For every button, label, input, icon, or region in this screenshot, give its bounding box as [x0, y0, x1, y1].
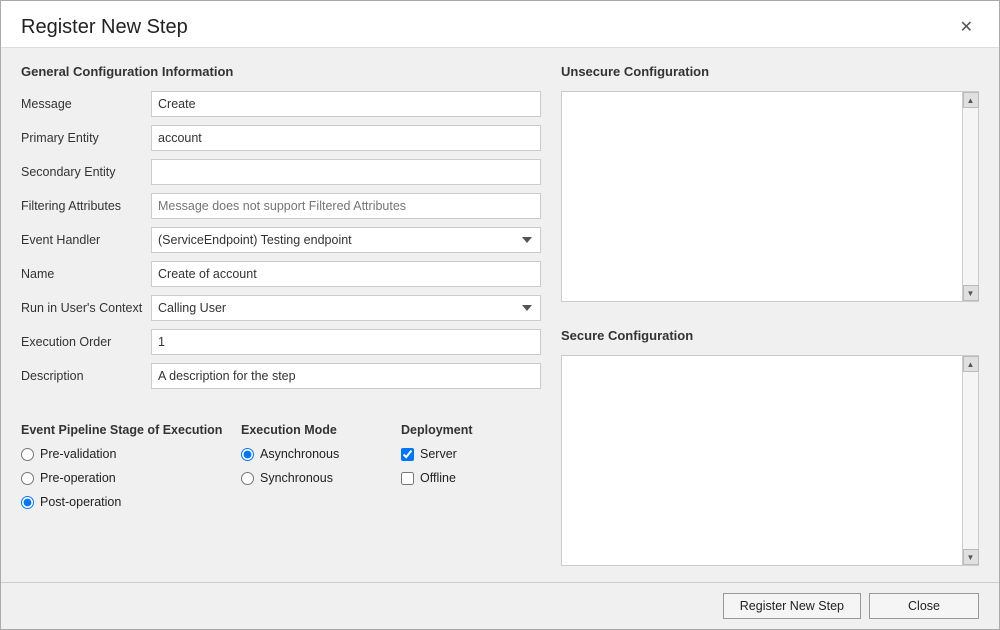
- run-in-context-select[interactable]: Calling User: [151, 295, 541, 321]
- footer: Register New Step Close: [1, 582, 999, 629]
- general-config-title: General Configuration Information: [21, 64, 541, 79]
- secure-config-title: Secure Configuration: [561, 328, 979, 343]
- close-button[interactable]: Close: [869, 593, 979, 619]
- unsecure-scrollbar: ▲ ▼: [962, 92, 978, 301]
- pipeline-post-operation[interactable]: Post-operation: [21, 495, 241, 509]
- run-in-context-wrapper: Calling User: [151, 295, 541, 321]
- event-handler-select[interactable]: (ServiceEndpoint) Testing endpoint: [151, 227, 541, 253]
- dialog-title: Register New Step: [21, 16, 188, 39]
- deployment-offline-label: Offline: [420, 471, 456, 485]
- secure-scrollbar: ▲ ▼: [962, 356, 978, 565]
- secure-scroll-track: [963, 372, 978, 549]
- primary-entity-input[interactable]: [151, 125, 541, 151]
- secure-scroll-down[interactable]: ▼: [963, 549, 979, 565]
- description-input[interactable]: [151, 363, 541, 389]
- secure-config-textarea[interactable]: [562, 356, 962, 565]
- mode-synchronous-label: Synchronous: [260, 471, 333, 485]
- pipeline-pre-operation-radio[interactable]: [21, 472, 34, 485]
- pipeline-stage-section: Event Pipeline Stage of Execution Pre-va…: [21, 423, 241, 509]
- mode-synchronous-radio[interactable]: [241, 472, 254, 485]
- pipeline-pre-operation-label: Pre-operation: [40, 471, 116, 485]
- pipeline-pre-validation-radio[interactable]: [21, 448, 34, 461]
- deployment-offline[interactable]: Offline: [401, 471, 531, 485]
- form-grid: Message Primary Entity Secondary Entity …: [21, 91, 541, 389]
- name-label: Name: [21, 267, 151, 281]
- run-in-context-label: Run in User's Context: [21, 301, 151, 315]
- bottom-sections: Event Pipeline Stage of Execution Pre-va…: [21, 413, 541, 509]
- pipeline-pre-validation-label: Pre-validation: [40, 447, 116, 461]
- pipeline-post-operation-label: Post-operation: [40, 495, 121, 509]
- filtering-attributes-input[interactable]: [151, 193, 541, 219]
- dialog: Register New Step ✕ General Configuratio…: [0, 0, 1000, 630]
- description-label: Description: [21, 369, 151, 383]
- pipeline-pre-validation[interactable]: Pre-validation: [21, 447, 241, 461]
- deployment-server-checkbox[interactable]: [401, 448, 414, 461]
- message-input[interactable]: [151, 91, 541, 117]
- left-panel: General Configuration Information Messag…: [21, 64, 541, 566]
- execution-mode-section: Execution Mode Asynchronous Synchronous: [241, 423, 401, 509]
- secure-config-box: ▲ ▼: [561, 355, 979, 566]
- name-input[interactable]: [151, 261, 541, 287]
- message-label: Message: [21, 97, 151, 111]
- event-handler-wrapper: (ServiceEndpoint) Testing endpoint: [151, 227, 541, 253]
- unsecure-config-title: Unsecure Configuration: [561, 64, 979, 79]
- unsecure-config-box: ▲ ▼: [561, 91, 979, 302]
- event-handler-label: Event Handler: [21, 233, 151, 247]
- unsecure-scroll-track: [963, 108, 978, 285]
- secure-scroll-up[interactable]: ▲: [963, 356, 979, 372]
- execution-order-input[interactable]: [151, 329, 541, 355]
- primary-entity-label: Primary Entity: [21, 131, 151, 145]
- filtering-attributes-label: Filtering Attributes: [21, 199, 151, 213]
- secondary-entity-label: Secondary Entity: [21, 165, 151, 179]
- deployment-section: Deployment Server Offline: [401, 423, 531, 509]
- title-close-button[interactable]: ✕: [954, 15, 979, 39]
- unsecure-config-textarea[interactable]: [562, 92, 962, 301]
- secure-config-section: Secure Configuration ▲ ▼: [561, 328, 979, 566]
- title-bar: Register New Step ✕: [1, 1, 999, 48]
- deployment-server[interactable]: Server: [401, 447, 531, 461]
- unsecure-scroll-up[interactable]: ▲: [963, 92, 979, 108]
- execution-mode-title: Execution Mode: [241, 423, 401, 437]
- secondary-entity-input[interactable]: [151, 159, 541, 185]
- deployment-group: Server Offline: [401, 447, 531, 485]
- deployment-title: Deployment: [401, 423, 531, 437]
- execution-mode-group: Asynchronous Synchronous: [241, 447, 401, 485]
- register-new-step-button[interactable]: Register New Step: [723, 593, 861, 619]
- execution-order-label: Execution Order: [21, 335, 151, 349]
- mode-asynchronous-label: Asynchronous: [260, 447, 339, 461]
- pipeline-post-operation-radio[interactable]: [21, 496, 34, 509]
- execution-grid: Event Pipeline Stage of Execution Pre-va…: [21, 423, 541, 509]
- right-panel: Unsecure Configuration ▲ ▼ Secure Config…: [561, 64, 979, 566]
- mode-synchronous[interactable]: Synchronous: [241, 471, 401, 485]
- mode-asynchronous-radio[interactable]: [241, 448, 254, 461]
- pipeline-pre-operation[interactable]: Pre-operation: [21, 471, 241, 485]
- unsecure-scroll-down[interactable]: ▼: [963, 285, 979, 301]
- deployment-offline-checkbox[interactable]: [401, 472, 414, 485]
- content-area: General Configuration Information Messag…: [1, 48, 999, 582]
- unsecure-config-section: Unsecure Configuration ▲ ▼: [561, 64, 979, 302]
- deployment-server-label: Server: [420, 447, 457, 461]
- pipeline-stage-group: Pre-validation Pre-operation Post-operat…: [21, 447, 241, 509]
- pipeline-stage-title: Event Pipeline Stage of Execution: [21, 423, 241, 437]
- mode-asynchronous[interactable]: Asynchronous: [241, 447, 401, 461]
